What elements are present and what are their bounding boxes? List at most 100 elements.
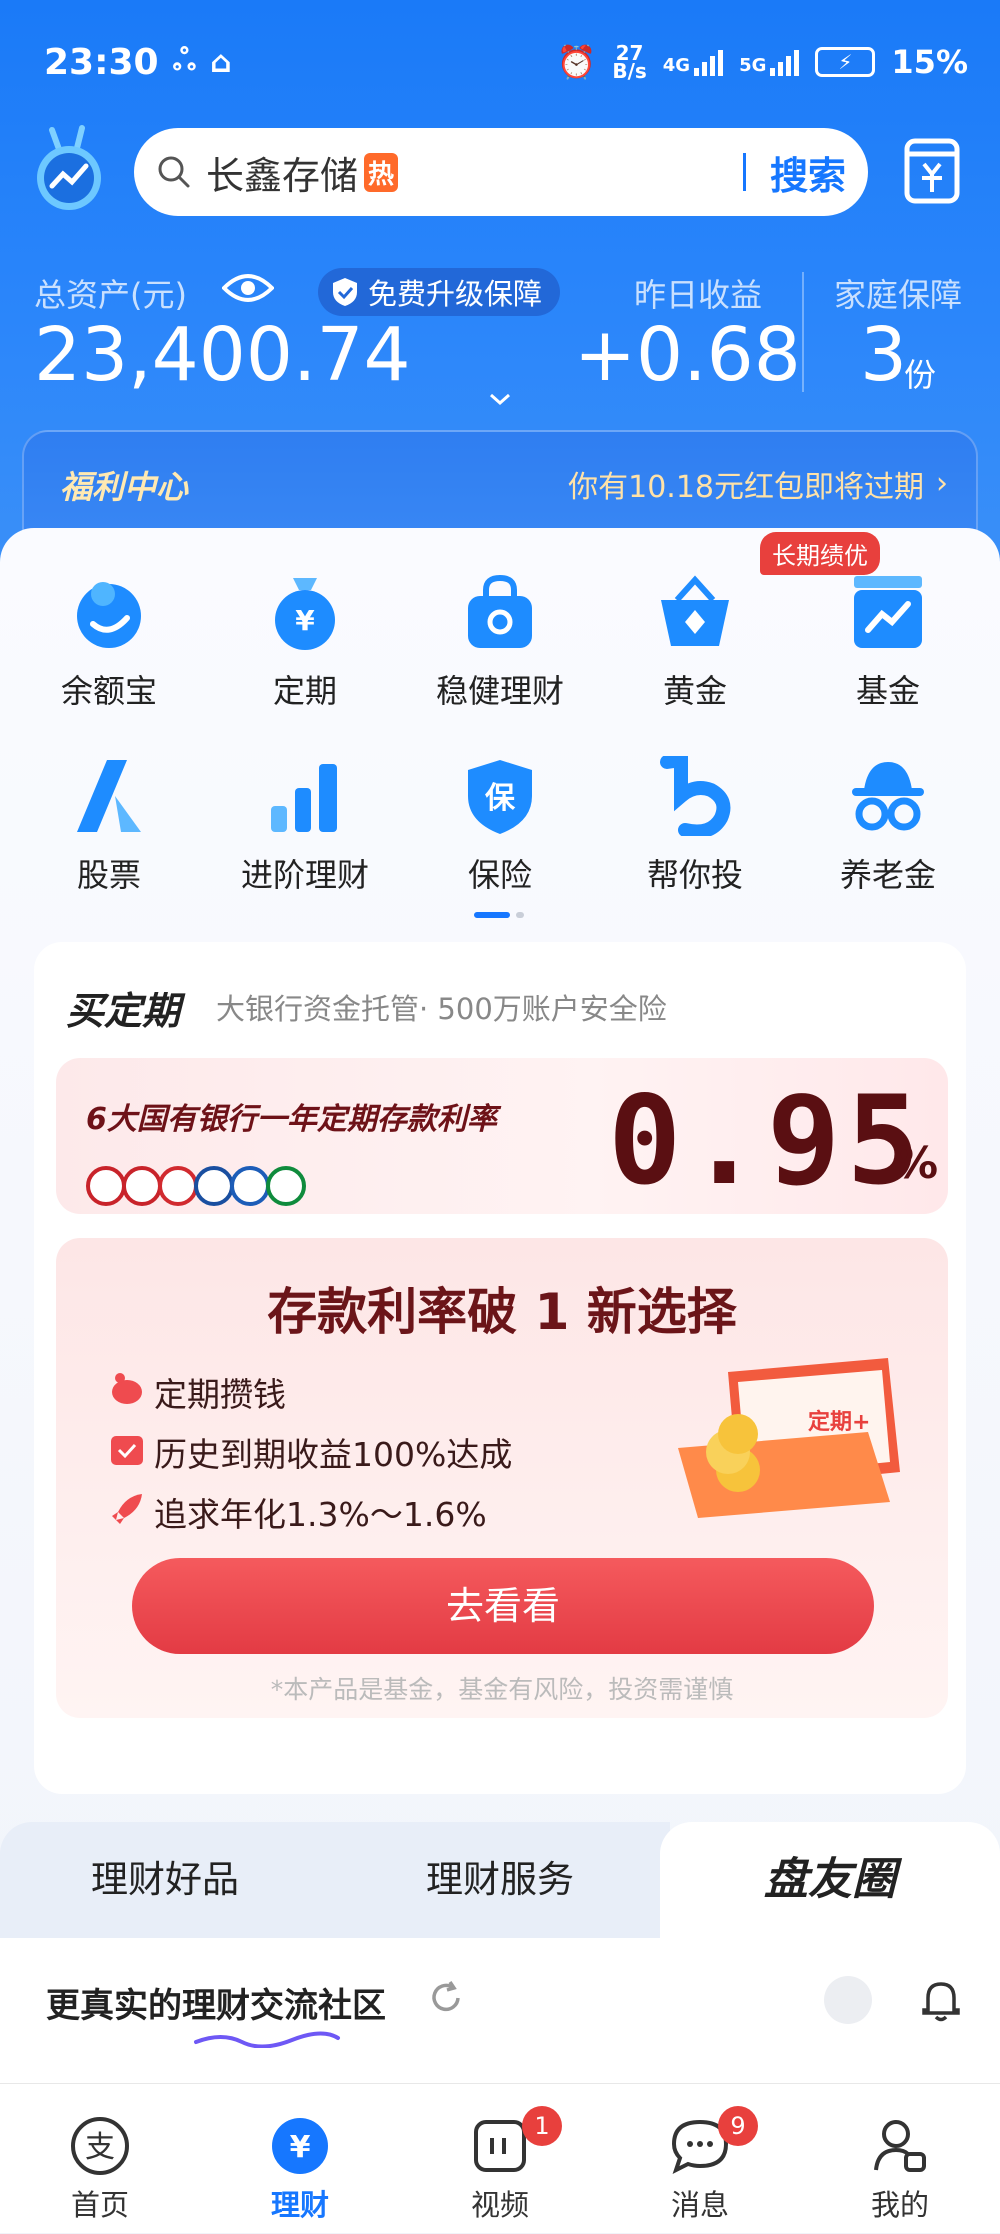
bank-logo-icon	[158, 1166, 198, 1206]
wallet-icon	[678, 1358, 900, 1518]
tab-finance-services[interactable]: 理财服务	[330, 1822, 670, 1938]
grid-item-fixed-term[interactable]: ¥ 定期	[210, 572, 400, 712]
refresh-icon[interactable]	[428, 1980, 464, 2016]
search-button[interactable]: 搜索	[770, 145, 846, 200]
lock-bag-icon	[468, 574, 532, 648]
bill-icon[interactable]	[904, 138, 960, 204]
bank-logo-icon	[230, 1166, 270, 1206]
nav-me[interactable]: 我的	[800, 2084, 1000, 2234]
card-title: 买定期	[66, 989, 181, 1033]
card-subtitle: 大银行资金托管· 500万账户安全险	[216, 992, 667, 1026]
promo-title: 存款利率破 1 新选择	[267, 1283, 737, 1341]
chevron-down-icon[interactable]	[488, 392, 512, 406]
yuebao-icon	[77, 582, 141, 648]
page-indicator	[474, 912, 524, 918]
piggy-bank-icon	[112, 1373, 142, 1404]
grid-item-stocks[interactable]: 股票	[14, 756, 204, 896]
video-badge: 1	[522, 2106, 562, 2146]
insurance-shield-icon: 保	[468, 760, 532, 834]
family-protection-value[interactable]: 3	[860, 312, 907, 398]
grid-item-stable-finance[interactable]: 稳健理财	[405, 572, 595, 712]
search-bar[interactable]: 长鑫存储 热 搜索	[134, 128, 868, 216]
nav-video[interactable]: 视频 1	[400, 2084, 600, 2234]
finance-yuan-icon: ¥	[272, 2118, 328, 2174]
tab-investor-circle[interactable]: 盘友圈	[660, 1822, 1000, 1938]
alarm-icon: ⏰	[556, 43, 597, 81]
alipay-home-icon: 支	[71, 2117, 129, 2175]
grid-item-yuebao[interactable]: 余额宝	[14, 572, 204, 712]
bank-logo-icon	[122, 1166, 162, 1206]
family-protection-unit: 份	[904, 356, 937, 394]
signal-bars-icon	[694, 48, 724, 76]
grid-item-insurance[interactable]: 保 保险	[405, 756, 595, 896]
rate-description: 6大国有银行一年定期存款利率	[86, 1102, 497, 1137]
grid-item-help-invest[interactable]: 帮你投	[600, 756, 790, 896]
app-notification-icon: ஃ	[172, 42, 197, 78]
fund-chart-icon	[854, 576, 922, 648]
pension-hat-icon	[852, 762, 924, 831]
fixed-term-card: 买定期 大银行资金托管· 500万账户安全险 6大国有银行一年定期存款利率 0.…	[34, 942, 966, 1794]
chevron-right-icon: ›	[936, 466, 948, 501]
underline-decoration	[194, 2031, 340, 2048]
rate-unit: %	[894, 1138, 939, 1189]
bank-logo-icon	[194, 1166, 234, 1206]
grid-item-pension[interactable]: 养老金	[793, 756, 983, 896]
tab-finance-goods[interactable]: 理财好品	[0, 1822, 330, 1938]
svg-text:¥: ¥	[295, 604, 315, 637]
nav-home[interactable]: 支 首页	[0, 2084, 200, 2234]
feature-item: 定期攒钱	[154, 1375, 286, 1414]
svg-text:¥: ¥	[290, 2130, 311, 2165]
go-see-button[interactable]: 去看看	[132, 1558, 874, 1654]
yesterday-income-value[interactable]: +0.68	[574, 312, 801, 398]
feature-item: 历史到期收益100%达成	[154, 1435, 513, 1474]
network-speed: 27 B/s	[612, 41, 647, 83]
bar-chart-icon	[271, 764, 337, 832]
avatar[interactable]	[824, 1976, 872, 2024]
messages-badge: 9	[718, 2106, 758, 2146]
yesterday-income-label: 昨日收益	[634, 276, 763, 314]
search-divider	[742, 153, 746, 191]
feature-item: 追求年化1.3%～1.6%	[154, 1495, 487, 1534]
status-time: 23:30	[44, 41, 159, 83]
signal-5g: 5G	[739, 48, 800, 76]
long-term-badge: 长期绩优	[760, 532, 880, 575]
family-protection-label: 家庭保障	[834, 276, 963, 314]
deposit-rate-banner[interactable]: 6大国有银行一年定期存款利率 0.95 %	[56, 1058, 948, 1214]
free-upgrade-protection-button[interactable]: 免费升级保障	[318, 268, 561, 316]
signal-4g: 4G	[663, 48, 724, 76]
community-title: 更真实的理财交流社区	[46, 1986, 386, 2026]
grid-item-gold[interactable]: 黄金	[600, 572, 790, 712]
user-icon	[874, 2120, 926, 2172]
total-assets-label: 总资产(元)	[34, 276, 187, 314]
gold-basket-icon	[661, 575, 729, 646]
signal-bars-icon	[770, 48, 800, 76]
hot-badge: 热	[364, 152, 399, 192]
nav-finance[interactable]: ¥ 理财	[200, 2084, 400, 2234]
battery-icon: ⚡	[815, 47, 876, 77]
disclaimer: *本产品是基金，基金有风险，投资需谨慎	[270, 1675, 734, 1704]
grid-item-fund[interactable]: 基金	[793, 572, 983, 712]
wallet-illustration: 定期+	[668, 1352, 908, 1522]
bottom-nav: 支 首页 ¥ 理财 视频 1 消息 9 我的	[0, 2083, 1000, 2233]
rate-value: 0.95	[608, 1070, 926, 1212]
app-logo-icon[interactable]	[30, 122, 108, 214]
divider	[802, 272, 804, 392]
help-invest-icon	[660, 756, 731, 836]
eye-icon[interactable]	[222, 270, 274, 306]
nav-messages[interactable]: 消息 9	[600, 2084, 800, 2234]
search-icon	[158, 156, 190, 188]
shield-icon	[333, 278, 357, 306]
bank-logo-icon	[86, 1166, 126, 1206]
community-header: 更真实的理财交流社区	[0, 1938, 1000, 2098]
bank-logos	[86, 1166, 306, 1206]
promo-banner[interactable]: 存款利率破 1 新选择 定期攒钱 历史到期收益100%达成 追求年化1.3%～1…	[56, 1238, 948, 1718]
total-assets-value[interactable]: 23,400.74	[34, 312, 411, 398]
section-tabs: 理财好品 理财服务 盘友圈	[0, 1822, 1000, 1938]
stock-a-icon	[77, 760, 141, 832]
hero-header: 23:30 ஃ ⌂ ⏰ 27 B/s 4G 5G ⚡ 15% 长鑫存储 热 搜索…	[0, 0, 1000, 580]
calendar-check-icon	[111, 1436, 143, 1465]
wallet-label: 定期+	[808, 1410, 871, 1435]
rocket-icon	[112, 1494, 142, 1524]
bell-icon[interactable]	[920, 1978, 962, 2022]
grid-item-advanced-finance[interactable]: 进阶理财	[210, 756, 400, 896]
